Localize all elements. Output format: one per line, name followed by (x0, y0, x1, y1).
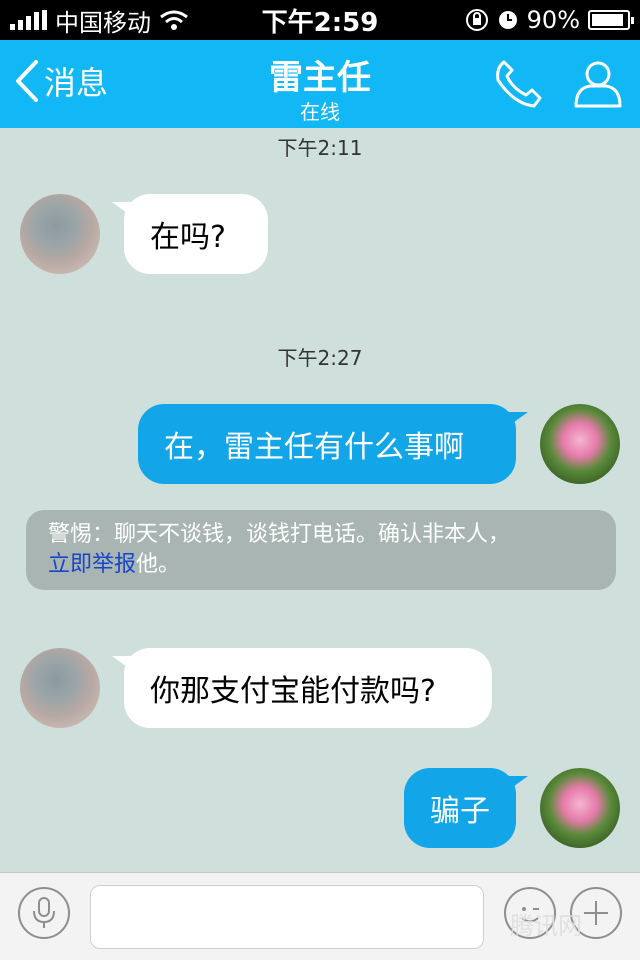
message-timestamp: 下午2:27 (277, 346, 363, 370)
scam-warning-notice: 警惕：聊天不谈钱，谈钱打电话。确认非本人， 立即举报他。 (26, 510, 616, 590)
message-bubble-incoming[interactable]: 你那支付宝能付款吗? (112, 648, 492, 728)
message-text: 你那支付宝能付款吗? (150, 674, 436, 709)
carrier-name: 中国移动 (55, 8, 151, 37)
person-icon (574, 61, 622, 108)
call-button[interactable] (492, 58, 544, 114)
message-timestamp: 下午2:11 (277, 136, 363, 160)
status-left: 中国移动 (10, 3, 189, 38)
signal-icon (10, 10, 47, 30)
message-text: 在，雷主任有什么事啊 (164, 430, 464, 465)
contact-avatar[interactable] (20, 194, 100, 274)
message-input[interactable] (90, 885, 484, 949)
wifi-icon (160, 10, 188, 30)
warning-text: 警惕：聊天不谈钱，谈钱打电话。确认非本人， (48, 522, 511, 547)
warning-suffix: 他。 (136, 552, 181, 577)
plus-icon (584, 901, 608, 925)
message-text: 在吗? (150, 220, 226, 255)
battery-percent: 90% (526, 6, 580, 34)
battery-icon (588, 10, 634, 30)
self-avatar[interactable] (540, 768, 620, 848)
battery-fill (592, 14, 623, 26)
microphone-icon (33, 897, 55, 928)
self-avatar[interactable] (540, 404, 620, 484)
online-status: 在线 (300, 100, 340, 124)
watermark: 腾讯网 (510, 912, 582, 940)
alarm-icon (498, 11, 517, 29)
status-bar: 中国移动 下午2:59 90% (0, 0, 640, 40)
rotation-lock-icon (465, 9, 488, 31)
voice-button[interactable] (18, 887, 70, 939)
message-bubble-outgoing[interactable]: 在，雷主任有什么事啊 (138, 404, 528, 484)
phone-icon (496, 60, 542, 108)
nav-bar: 消息 雷主任 在线 (0, 40, 640, 128)
chat-title: 雷主任 (269, 58, 371, 98)
contact-avatar[interactable] (20, 648, 100, 728)
message-bubble-incoming[interactable]: 在吗? (112, 194, 268, 274)
message-text: 骗子 (430, 794, 490, 829)
report-link[interactable]: 立即举报 (48, 552, 136, 577)
status-right: 90% (465, 6, 634, 34)
message-bubble-outgoing[interactable]: 骗子 (404, 768, 528, 848)
profile-button[interactable] (572, 58, 624, 114)
